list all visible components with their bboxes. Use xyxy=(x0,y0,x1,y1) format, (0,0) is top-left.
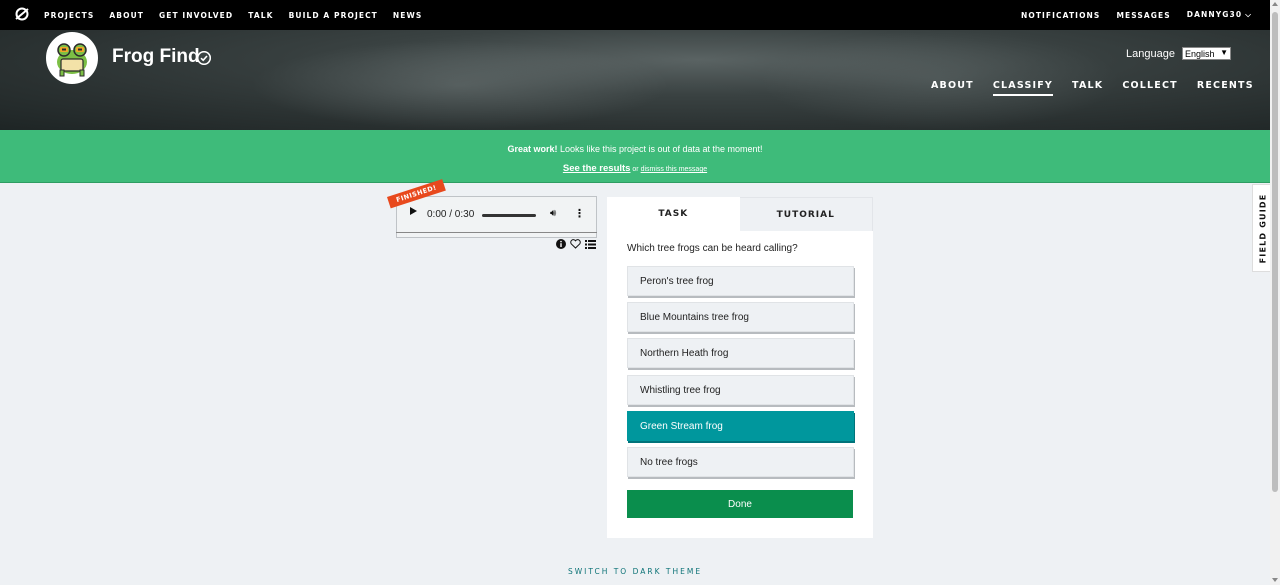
subject-metadata-icons xyxy=(556,239,596,249)
tab-tutorial[interactable]: TUTORIAL xyxy=(739,197,873,231)
verified-badge-icon xyxy=(197,51,211,65)
nav-messages[interactable]: MESSAGES xyxy=(1116,11,1170,20)
field-guide-button[interactable]: FIELD GUIDE xyxy=(1252,184,1272,272)
answer-blue-mountains-tree-frog[interactable]: Blue Mountains tree frog xyxy=(627,302,854,332)
project-nav-recents[interactable]: RECENTS xyxy=(1197,80,1254,96)
nav-notifications[interactable]: NOTIFICATIONS xyxy=(1021,11,1100,20)
banner-message: Great work! Looks like this project is o… xyxy=(0,144,1270,154)
out-of-data-banner: Great work! Looks like this project is o… xyxy=(0,130,1270,183)
scrollbar-thumb[interactable] xyxy=(1272,12,1278,492)
language-label: Language xyxy=(1126,48,1175,60)
project-nav-talk[interactable]: TALK xyxy=(1072,80,1103,96)
nav-news[interactable]: NEWS xyxy=(393,11,422,20)
hero-texture xyxy=(250,40,670,130)
switch-theme-link[interactable]: SWITCH TO DARK THEME xyxy=(0,567,1270,576)
nav-build-a-project[interactable]: BUILD A PROJECT xyxy=(289,11,378,20)
audio-seek-bar[interactable] xyxy=(482,214,536,217)
site-top-nav: PROJECTS ABOUT GET INVOLVED TALK BUILD A… xyxy=(0,0,1270,30)
banner-text: Looks like this project is out of data a… xyxy=(557,144,763,154)
see-results-link[interactable]: See the results xyxy=(563,163,631,174)
zooniverse-logo-icon[interactable] xyxy=(14,6,30,22)
chevron-down-icon: ▼ xyxy=(1220,48,1228,57)
play-button[interactable] xyxy=(410,207,417,215)
project-nav-classify[interactable]: CLASSIFY xyxy=(992,80,1054,96)
project-avatar[interactable] xyxy=(46,32,98,84)
user-name: DANNYG30 xyxy=(1186,10,1243,19)
banner-or: or xyxy=(630,166,641,173)
answer-whistling-tree-frog[interactable]: Whistling tree frog xyxy=(627,375,854,405)
dismiss-message-link[interactable]: dismiss this message xyxy=(641,166,708,173)
nav-projects[interactable]: PROJECTS xyxy=(44,11,94,20)
done-button[interactable]: Done xyxy=(627,490,853,518)
nav-get-involved[interactable]: GET INVOLVED xyxy=(159,11,233,20)
language-select[interactable]: English ▼ xyxy=(1182,47,1231,60)
scroll-down-icon[interactable] xyxy=(1272,578,1278,582)
nav-talk[interactable]: TALK xyxy=(248,11,273,20)
chevron-down-icon: ⌵ xyxy=(1245,10,1252,19)
page-scrollbar[interactable] xyxy=(1270,0,1280,585)
audio-time: 0:00 / 0:30 xyxy=(427,209,475,220)
answer-green-stream-frog[interactable]: Green Stream frog xyxy=(627,411,854,441)
user-menu[interactable]: DANNYG30 ⌵ xyxy=(1187,10,1252,20)
field-guide-label: FIELD GUIDE xyxy=(1258,193,1267,263)
scroll-up-icon[interactable] xyxy=(1272,2,1278,6)
project-nav: ABOUT CLASSIFY TALK COLLECT RECENTS xyxy=(931,80,1254,96)
list-icon[interactable] xyxy=(585,239,596,249)
info-icon[interactable] xyxy=(556,239,566,249)
answer-no-tree-frogs[interactable]: No tree frogs xyxy=(627,447,854,477)
task-tabs: TASK TUTORIAL xyxy=(607,197,873,231)
more-options-icon[interactable]: ⋮ xyxy=(574,207,585,220)
banner-links: See the results or dismiss this message xyxy=(0,158,1270,176)
tab-task[interactable]: TASK xyxy=(607,197,740,231)
subject-divider xyxy=(396,232,597,233)
heart-icon[interactable] xyxy=(570,239,581,249)
project-nav-about[interactable]: ABOUT xyxy=(931,80,974,96)
volume-icon[interactable]: 🔊︎ xyxy=(550,208,556,219)
answer-northern-heath-frog[interactable]: Northern Heath frog xyxy=(627,338,854,368)
project-title[interactable]: Frog Find xyxy=(112,46,200,68)
nav-about[interactable]: ABOUT xyxy=(109,11,144,20)
language-selected-value: English xyxy=(1185,48,1215,59)
answer-perons-tree-frog[interactable]: Peron's tree frog xyxy=(627,266,854,296)
play-icon xyxy=(410,207,417,215)
project-nav-collect[interactable]: COLLECT xyxy=(1122,80,1178,96)
banner-strong: Great work! xyxy=(507,144,558,154)
task-question: Which tree frogs can be heard calling? xyxy=(627,243,798,254)
frog-logo-icon xyxy=(48,34,96,82)
